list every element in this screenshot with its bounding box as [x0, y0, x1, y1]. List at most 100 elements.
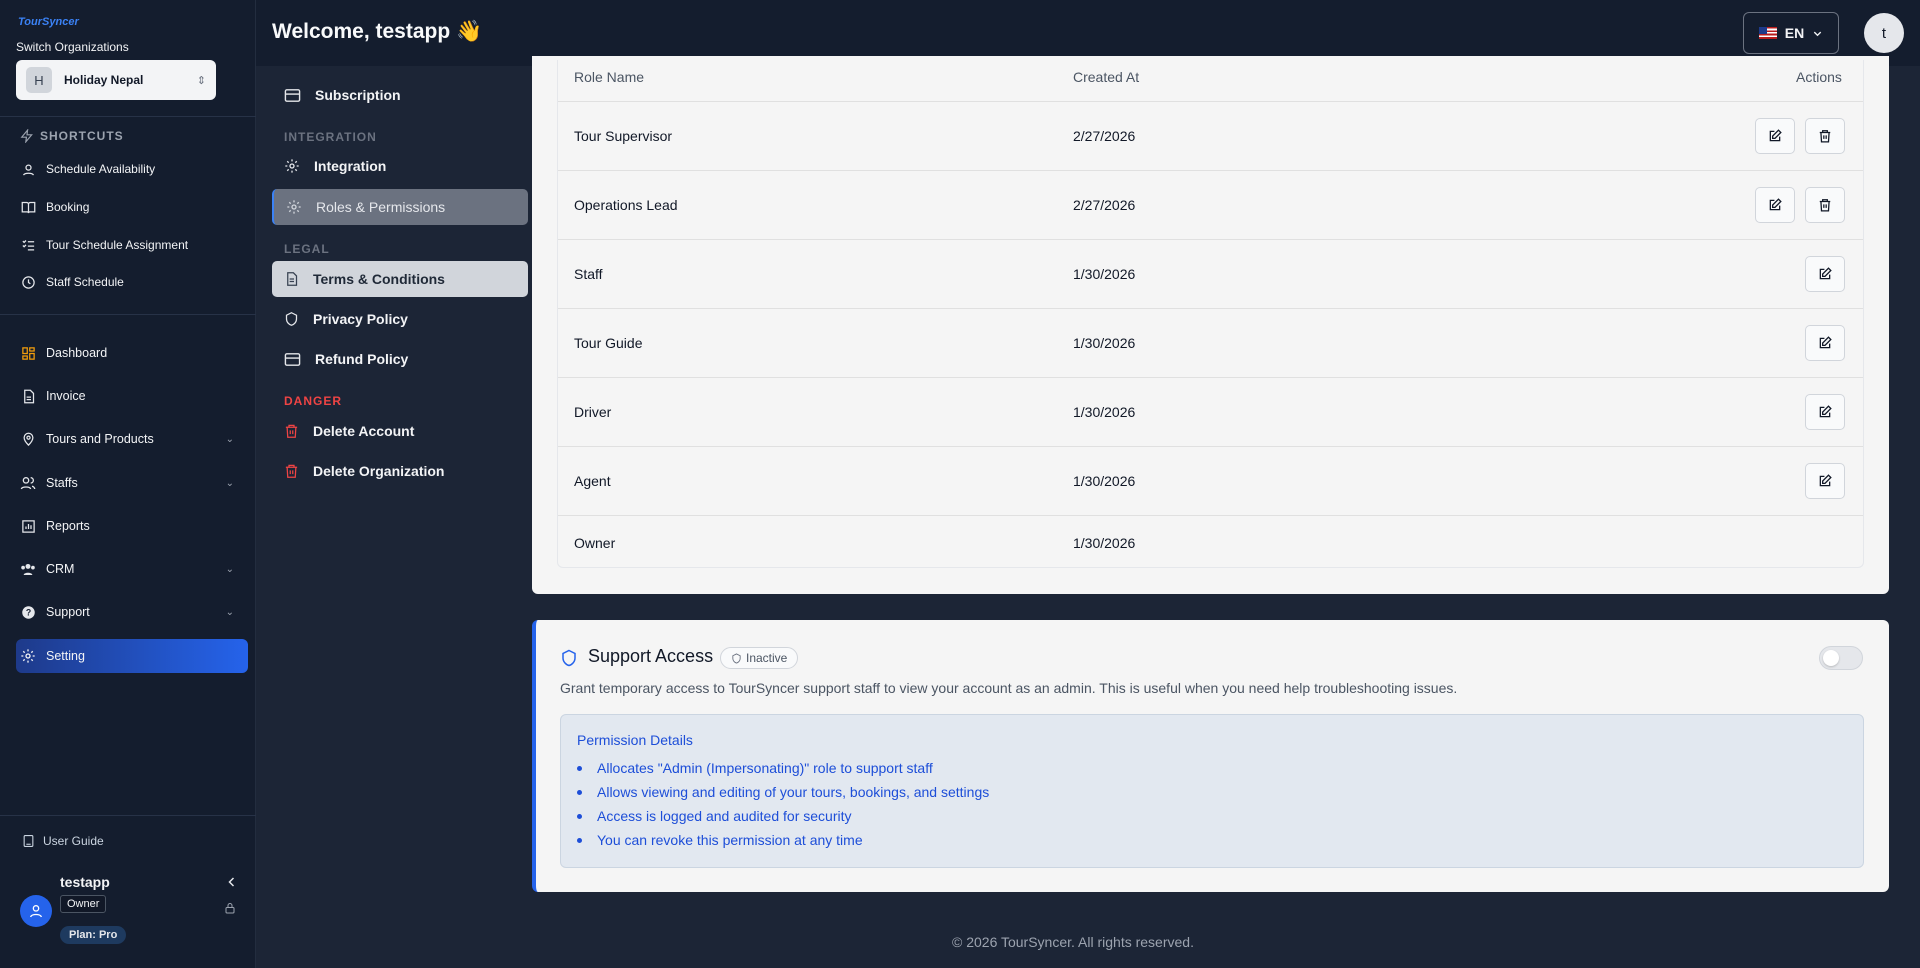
shortcut-booking[interactable]: Booking — [16, 191, 248, 223]
nav-tours-and-products[interactable]: Tours and Products ⌄ — [16, 423, 248, 455]
help-icon: ? — [20, 604, 36, 620]
collapse-sidebar-button[interactable] — [226, 876, 238, 888]
edit-role-button[interactable] — [1805, 256, 1845, 292]
book-icon — [20, 199, 36, 215]
table-row — [558, 377, 1863, 446]
nav-label: Staffs — [46, 476, 78, 490]
document-icon — [284, 271, 299, 287]
section-danger: DANGER — [284, 394, 343, 408]
settings-terms-conditions[interactable]: Terms & Conditions — [272, 261, 528, 297]
shortcuts-title: SHORTCUTS — [20, 129, 124, 143]
shortcut-tour-schedule-assignment[interactable]: Tour Schedule Assignment — [16, 229, 248, 261]
list-item: Allocates "Admin (Impersonating)" role t… — [577, 760, 933, 776]
subnav-label: Delete Account — [313, 423, 415, 439]
dashboard-icon — [20, 345, 36, 361]
edit-icon — [1769, 129, 1782, 142]
divider — [0, 815, 256, 816]
nav-reports[interactable]: Reports — [16, 510, 248, 542]
list-item: Allows viewing and editing of your tours… — [577, 784, 989, 800]
shortcut-label: Staff Schedule — [46, 275, 124, 289]
nav-invoice[interactable]: Invoice — [16, 380, 248, 412]
role-name-cell: Agent — [574, 473, 611, 489]
nav-dashboard[interactable]: Dashboard — [16, 337, 248, 369]
chevron-up-down-icon: ⇕ — [196, 74, 206, 87]
settings-delete-organization[interactable]: Delete Organization — [272, 453, 528, 489]
settings-delete-account[interactable]: Delete Account — [272, 413, 528, 449]
nav-crm[interactable]: CRM ⌄ — [16, 553, 248, 585]
nav-setting[interactable]: Setting — [16, 639, 248, 673]
settings-roles-permissions[interactable]: Roles & Permissions — [272, 189, 528, 225]
plan-badge: Plan: Pro — [60, 926, 127, 944]
chart-icon — [20, 518, 36, 534]
lock-icon — [224, 902, 236, 914]
shortcut-schedule-availability[interactable]: Schedule Availability — [16, 153, 248, 185]
user-name: testapp — [60, 874, 110, 890]
edit-role-button[interactable] — [1755, 118, 1795, 154]
support-access-toggle[interactable] — [1819, 646, 1863, 670]
shortcuts-title-label: SHORTCUTS — [40, 129, 124, 143]
user-guide-link[interactable]: User Guide — [22, 834, 104, 848]
avatar[interactable] — [20, 895, 52, 927]
nav-label: CRM — [46, 562, 75, 576]
role-name-cell: Tour Guide — [574, 335, 643, 351]
role-name-cell: Owner — [574, 535, 616, 551]
nav-label: Dashboard — [46, 346, 108, 360]
shield-icon — [732, 652, 741, 664]
organization-select[interactable]: H Holiday Nepal ⇕ — [16, 60, 216, 100]
delete-role-button[interactable] — [1805, 118, 1845, 154]
chevron-down-icon: ⌄ — [225, 563, 234, 575]
gear-icon — [20, 648, 36, 664]
nav-label: Support — [46, 605, 90, 619]
subnav-label: Roles & Permissions — [316, 199, 446, 215]
clock-icon — [20, 274, 36, 290]
edit-role-button[interactable] — [1805, 325, 1845, 361]
nav-label: Setting — [46, 649, 85, 663]
document-icon — [20, 388, 36, 404]
table-row — [558, 308, 1863, 377]
created-at-cell: 1/30/2026 — [1073, 335, 1136, 351]
settings-subscription[interactable]: Subscription — [272, 77, 528, 113]
section-legal: LEGAL — [284, 242, 330, 256]
created-at-cell: 2/27/2026 — [1073, 197, 1136, 213]
edit-icon — [1769, 198, 1782, 211]
trash-icon — [284, 463, 299, 479]
subnav-label: Terms & Conditions — [313, 271, 445, 287]
map-pin-icon — [20, 161, 36, 177]
permission-detail-text: You can revoke this permission at any ti… — [597, 832, 863, 848]
shortcut-label: Schedule Availability — [46, 162, 156, 176]
svg-text:?: ? — [25, 607, 30, 617]
status-badge: Inactive — [720, 647, 799, 669]
created-at-cell: 1/30/2026 — [1073, 535, 1136, 551]
edit-role-button[interactable] — [1755, 187, 1795, 223]
language-selector[interactable]: EN — [1743, 12, 1839, 54]
user-menu-avatar[interactable]: t — [1864, 13, 1904, 53]
settings-integration[interactable]: Integration — [272, 148, 528, 184]
book-icon — [22, 834, 35, 848]
created-at-cell: 2/27/2026 — [1073, 128, 1136, 144]
shortcut-staff-schedule[interactable]: Staff Schedule — [16, 266, 248, 298]
logo[interactable]: TourSyncer — [18, 16, 79, 28]
edit-role-button[interactable] — [1805, 394, 1845, 430]
edit-role-button[interactable] — [1805, 463, 1845, 499]
nav-staffs[interactable]: Staffs ⌄ — [16, 467, 248, 499]
settings-privacy-policy[interactable]: Privacy Policy — [272, 301, 528, 337]
credit-card-icon — [284, 88, 301, 103]
settings-refund-policy[interactable]: Refund Policy — [272, 341, 528, 377]
org-name: Holiday Nepal — [64, 73, 144, 87]
language-label: EN — [1784, 25, 1805, 41]
gear-icon — [284, 158, 300, 174]
role-name-cell: Staff — [574, 266, 603, 282]
divider — [0, 116, 256, 117]
group-icon — [20, 561, 36, 577]
shield-icon — [284, 311, 299, 327]
table-row — [558, 515, 1863, 567]
status-badge-label: Inactive — [746, 651, 788, 665]
edit-icon — [1819, 405, 1832, 418]
role-name-cell: Tour Supervisor — [574, 128, 673, 144]
users-icon — [20, 475, 36, 491]
footer-copyright: © 2026 TourSyncer. All rights reserved. — [952, 934, 1194, 950]
delete-role-button[interactable] — [1805, 187, 1845, 223]
nav-label: Reports — [46, 519, 90, 533]
edit-icon — [1819, 474, 1832, 487]
nav-support[interactable]: ? Support ⌄ — [16, 596, 248, 628]
